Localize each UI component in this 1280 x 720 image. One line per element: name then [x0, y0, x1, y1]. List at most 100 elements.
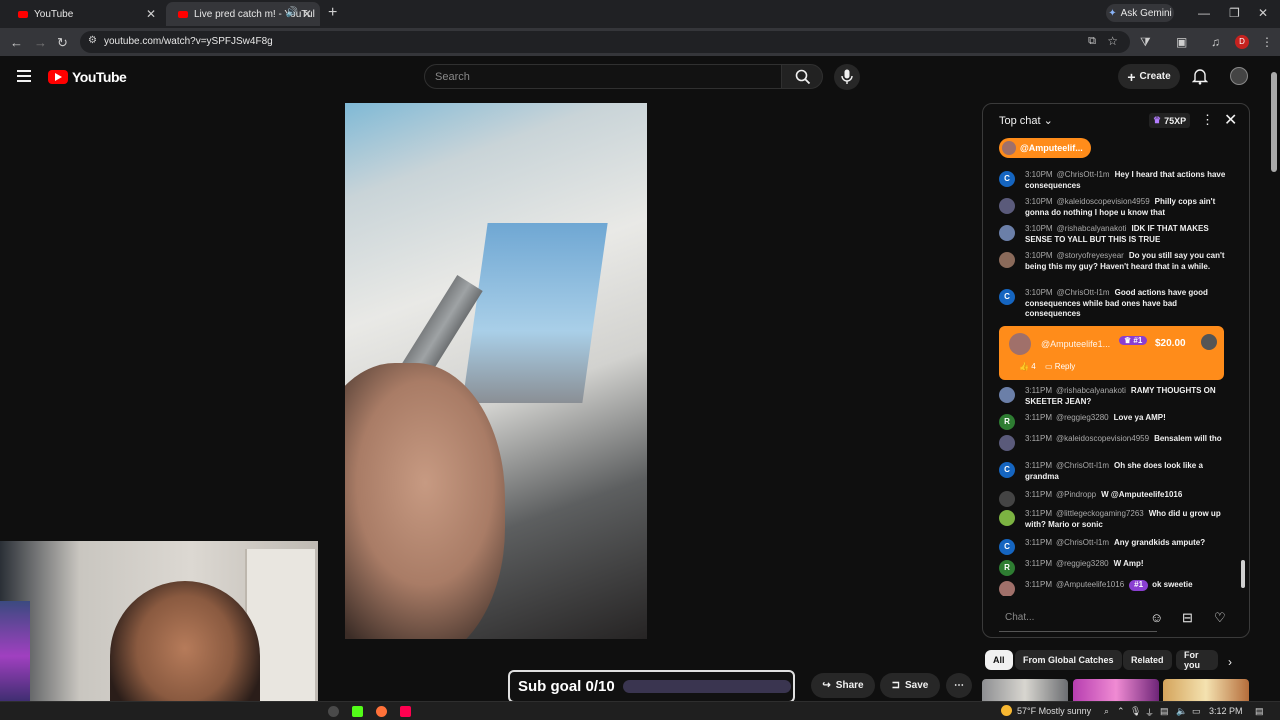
close-window-icon[interactable]: ✕ [1258, 6, 1268, 20]
chevron-up-icon[interactable]: ⌃ [1117, 706, 1125, 717]
profile-avatar[interactable]: D [1235, 35, 1249, 49]
chat-author-avatar[interactable]: C [999, 539, 1015, 555]
chat-author-avatar[interactable]: R [999, 414, 1015, 430]
tiktok-app-icon[interactable] [400, 706, 411, 717]
close-tab-icon[interactable]: ✕ [146, 7, 156, 21]
chat-message[interactable]: R 3:11PM @reggieg3280 Love ya AMP! [999, 413, 1227, 430]
new-tab-icon[interactable]: + [328, 4, 337, 22]
close-chat-icon[interactable]: ✕ [1224, 110, 1237, 130]
chat-author-avatar[interactable] [999, 387, 1015, 403]
more-actions-button[interactable]: ⋯ [946, 673, 972, 698]
chat-message[interactable]: 3:10PM @kaleidoscopevision4959 Philly cops… [999, 197, 1227, 218]
pinned-supporter-pill[interactable]: @Amputeelif... [999, 138, 1091, 158]
chat-author-avatar[interactable]: R [999, 560, 1015, 576]
volume-icon[interactable]: 🔈 [1176, 706, 1187, 717]
video-player[interactable] [345, 103, 647, 639]
super-chat-reply-button[interactable]: ▭ Reply [1045, 362, 1075, 371]
share-button[interactable]: ↪ Share [811, 673, 875, 698]
chat-author-avatar[interactable]: C [999, 462, 1015, 478]
chat-author-name[interactable]: @ChrisOtt-l1m [1057, 170, 1110, 179]
voice-search-button[interactable] [834, 64, 860, 90]
weather-widget[interactable]: 57°F Mostly sunny [1001, 705, 1091, 716]
chat-author-name[interactable]: @kaleidoscopevision4959 [1057, 197, 1150, 206]
notifications-bell-icon[interactable] [1192, 68, 1208, 85]
search-button[interactable] [781, 64, 823, 89]
chat-message[interactable]: C 3:10PM @ChrisOtt-l1m Good actions have go… [999, 288, 1227, 320]
tab-youtube[interactable]: YouTube ✕ [6, 2, 164, 26]
chat-author-avatar[interactable] [999, 252, 1015, 268]
account-avatar[interactable] [1230, 67, 1248, 85]
chat-author-name[interactable]: @reggieg3280 [1056, 413, 1109, 422]
bookmark-star-icon[interactable]: ☆ [1107, 34, 1118, 48]
back-icon[interactable]: ← [10, 35, 23, 50]
install-icon[interactable]: ⧉ [1088, 35, 1096, 48]
chat-input[interactable]: Chat... [999, 604, 1157, 632]
tab-live-stream[interactable]: Live pred catch m! - YouTul 🔊 ✕ [166, 2, 320, 26]
sidebar-icon[interactable]: ▣ [1176, 35, 1187, 49]
create-button[interactable]: + Create [1118, 64, 1180, 89]
browser-app-icon[interactable] [376, 706, 387, 717]
restore-icon[interactable]: ❐ [1229, 6, 1240, 20]
chat-scrollbar[interactable] [1241, 560, 1245, 588]
chevron-right-icon[interactable]: › [1228, 655, 1232, 669]
battery-icon[interactable]: ▭ [1192, 706, 1201, 717]
search-input[interactable]: Search [424, 64, 782, 89]
chat-message[interactable]: 3:11PM @littlegeckogaming7263 Who did u gr… [999, 509, 1227, 530]
ask-gemini-button[interactable]: ✦ Ask Gemini [1106, 4, 1174, 22]
usb-icon[interactable]: ⏚ [1145, 706, 1154, 719]
chip-all[interactable]: All [985, 650, 1013, 670]
audio-playing-icon[interactable]: 🔊 [286, 7, 298, 18]
chat-message[interactable]: 3:11PM @kaleidoscopevision4959 Bensalem wi… [999, 434, 1227, 451]
chat-author-name[interactable]: @rishabcalyanakoti [1057, 224, 1127, 233]
extensions-icon[interactable]: ⧩ [1140, 35, 1151, 50]
chat-message[interactable]: 3:11PM @Pindropp W @Amputeelife1016 [999, 490, 1227, 507]
youtube-logo[interactable]: YouTube [48, 69, 127, 85]
heart-icon[interactable]: ♡ [1214, 610, 1226, 626]
page-scrollbar[interactable] [1271, 72, 1277, 172]
super-chat-icon[interactable]: ⊟ [1182, 610, 1193, 626]
chat-message[interactable]: 3:10PM @rishabcalyanakoti IDK IF THAT MAKE… [999, 224, 1227, 245]
chat-author-name[interactable]: @rishabcalyanakoti [1056, 386, 1126, 395]
chat-author-avatar[interactable] [999, 581, 1015, 596]
chat-mode-dropdown[interactable]: Top chat ⌄ [999, 114, 1053, 127]
chat-message[interactable]: 3:10PM @storyofreyesyear Do you still say … [999, 251, 1227, 272]
chat-author-name[interactable]: @ChrisOtt-l1m [1057, 288, 1110, 297]
chat-message[interactable]: C 3:11PM @ChrisOtt-l1m Oh she does look lik… [999, 461, 1227, 482]
chat-author-avatar[interactable] [999, 198, 1015, 214]
site-info-icon[interactable]: ⚙ [88, 35, 97, 46]
network-icon[interactable]: ▤ [1160, 706, 1169, 717]
chat-author-name[interactable]: @littlegeckogaming7263 [1056, 509, 1144, 518]
emoji-icon[interactable]: ☺ [1150, 610, 1163, 625]
forward-icon[interactable]: → [34, 35, 47, 50]
microphone-icon[interactable]: 🎙 [1130, 706, 1141, 717]
chip-from-global-catches[interactable]: From Global Catches [1015, 650, 1122, 670]
chat-author-name[interactable]: @ChrisOtt-l1m [1056, 461, 1109, 470]
chat-author-name[interactable]: @kaleidoscopevision4959 [1056, 434, 1149, 443]
reload-icon[interactable]: ↻ [57, 35, 68, 51]
chat-author-avatar[interactable] [999, 225, 1015, 241]
chat-author-avatar[interactable] [999, 510, 1015, 526]
chat-author-name[interactable]: @Pindropp [1056, 490, 1096, 499]
chip-related[interactable]: Related [1123, 650, 1172, 670]
chat-author-name[interactable]: @ChrisOtt-l1m [1056, 538, 1109, 547]
minimize-icon[interactable]: — [1198, 6, 1210, 20]
app-icon[interactable] [328, 706, 339, 717]
super-chat-like-button[interactable]: 👍 4 [1019, 362, 1036, 371]
browser-menu-icon[interactable]: ⋮ [1261, 35, 1273, 49]
chat-author-avatar[interactable]: C [999, 289, 1015, 305]
chip-for-you[interactable]: For you [1176, 650, 1218, 670]
chat-author-name[interactable]: @storyofreyesyear [1057, 251, 1124, 260]
chat-author-name[interactable]: @Amputeelife1016 [1056, 580, 1124, 589]
hamburger-menu-icon[interactable] [17, 70, 31, 82]
address-bar[interactable]: ⚙ youtube.com/watch?v=ySPFJSw4F8g ⧉ ☆ [80, 31, 1130, 53]
chat-author-avatar[interactable] [999, 491, 1015, 507]
close-tab-icon[interactable]: ✕ [302, 7, 312, 21]
chat-message[interactable]: 3:11PM @rishabcalyanakoti RAMY THOUGHTS ON… [999, 386, 1227, 407]
super-chat-card[interactable]: @Amputeelife1... ♛ #1 $20.00 👍 4 ▭ Reply [999, 326, 1224, 380]
notifications-icon[interactable]: ▤ [1255, 706, 1264, 717]
chat-message[interactable]: C 3:11PM @ChrisOtt-l1m Any grandkids ampute… [999, 538, 1227, 555]
kick-app-icon[interactable] [352, 706, 363, 717]
save-button[interactable]: ⊐ Save [880, 673, 940, 698]
chat-message[interactable]: C 3:10PM @ChrisOtt-l1m Hey I heard that act… [999, 170, 1227, 191]
media-control-icon[interactable]: ♫ [1211, 35, 1220, 49]
